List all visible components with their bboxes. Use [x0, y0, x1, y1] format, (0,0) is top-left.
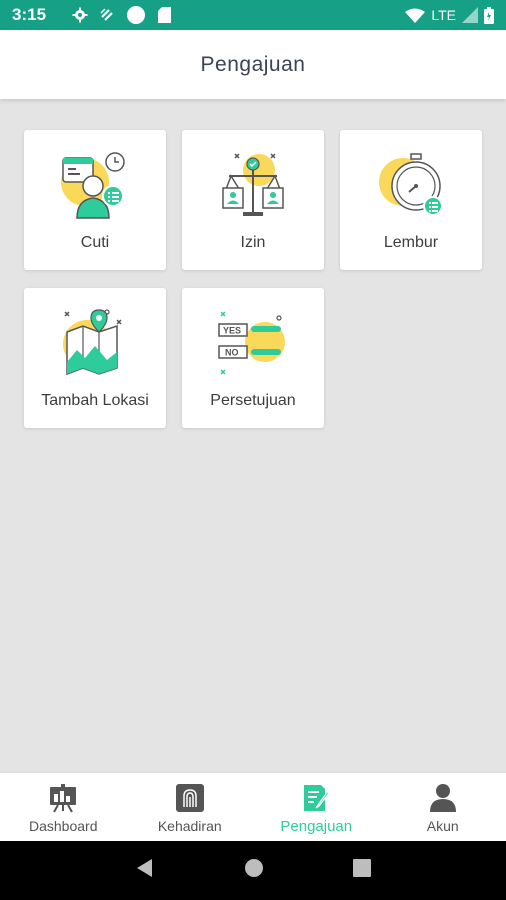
back-icon[interactable] [134, 857, 156, 884]
battery-icon [484, 6, 494, 24]
signal-icon [462, 7, 478, 23]
menu-label: Persetujuan [210, 392, 296, 409]
fingerprint-icon [174, 782, 206, 814]
nav-label: Akun [426, 818, 459, 834]
person-icon [427, 782, 459, 814]
wifi-icon [405, 8, 426, 23]
system-nav-bar [0, 841, 506, 900]
menu-label: Tambah Lokasi [41, 392, 149, 409]
nav-label: Pengajuan [280, 818, 353, 835]
app-header: Pengajuan [0, 30, 506, 99]
home-icon[interactable] [243, 857, 265, 884]
sync-icon [100, 8, 114, 22]
menu-card-tambah-lokasi[interactable]: Tambah Lokasi [24, 288, 166, 428]
status-bar: 3:15 LTE [0, 0, 506, 30]
page-title: Pengajuan [200, 52, 306, 76]
network-type: LTE [431, 7, 456, 23]
recents-icon[interactable] [352, 858, 372, 883]
map-pin-icon [63, 309, 122, 376]
calendar-person-icon [61, 152, 125, 219]
nav-item-akun[interactable]: Akun [380, 773, 506, 841]
document-edit-icon [300, 782, 332, 814]
circle-icon [126, 5, 146, 25]
sd-card-icon [158, 7, 172, 23]
menu-label: Izin [240, 234, 266, 251]
nav-item-pengajuan[interactable]: Pengajuan [253, 773, 380, 841]
settings-icon [72, 7, 88, 23]
menu-label: Lembur [383, 234, 439, 251]
bottom-nav: Dashboard Kehadiran Pengajuan Akun [0, 772, 506, 841]
nav-item-kehadiran[interactable]: Kehadiran [127, 773, 254, 841]
menu-card-izin[interactable]: Izin [182, 130, 324, 270]
dashboard-board-icon [47, 782, 79, 814]
menu-card-lembur[interactable]: Lembur [340, 130, 482, 270]
menu-label: Cuti [80, 234, 110, 251]
menu-card-persetujuan[interactable]: YES NO Persetujuan [182, 288, 324, 428]
menu-card-cuti[interactable]: Cuti [24, 130, 166, 270]
stopwatch-icon [379, 153, 443, 216]
nav-label: Dashboard [29, 818, 98, 834]
svg-text:YES: YES [223, 326, 241, 336]
nav-label: Kehadiran [157, 818, 222, 834]
status-right: LTE [405, 6, 494, 24]
status-time: 3:15 [12, 5, 47, 24]
permission-scale-icon [222, 153, 284, 216]
svg-text:NO: NO [225, 348, 239, 358]
status-left: 3:15 [12, 5, 172, 25]
yes-no-approval-icon: YES NO [218, 311, 285, 375]
nav-item-dashboard[interactable]: Dashboard [0, 773, 127, 841]
